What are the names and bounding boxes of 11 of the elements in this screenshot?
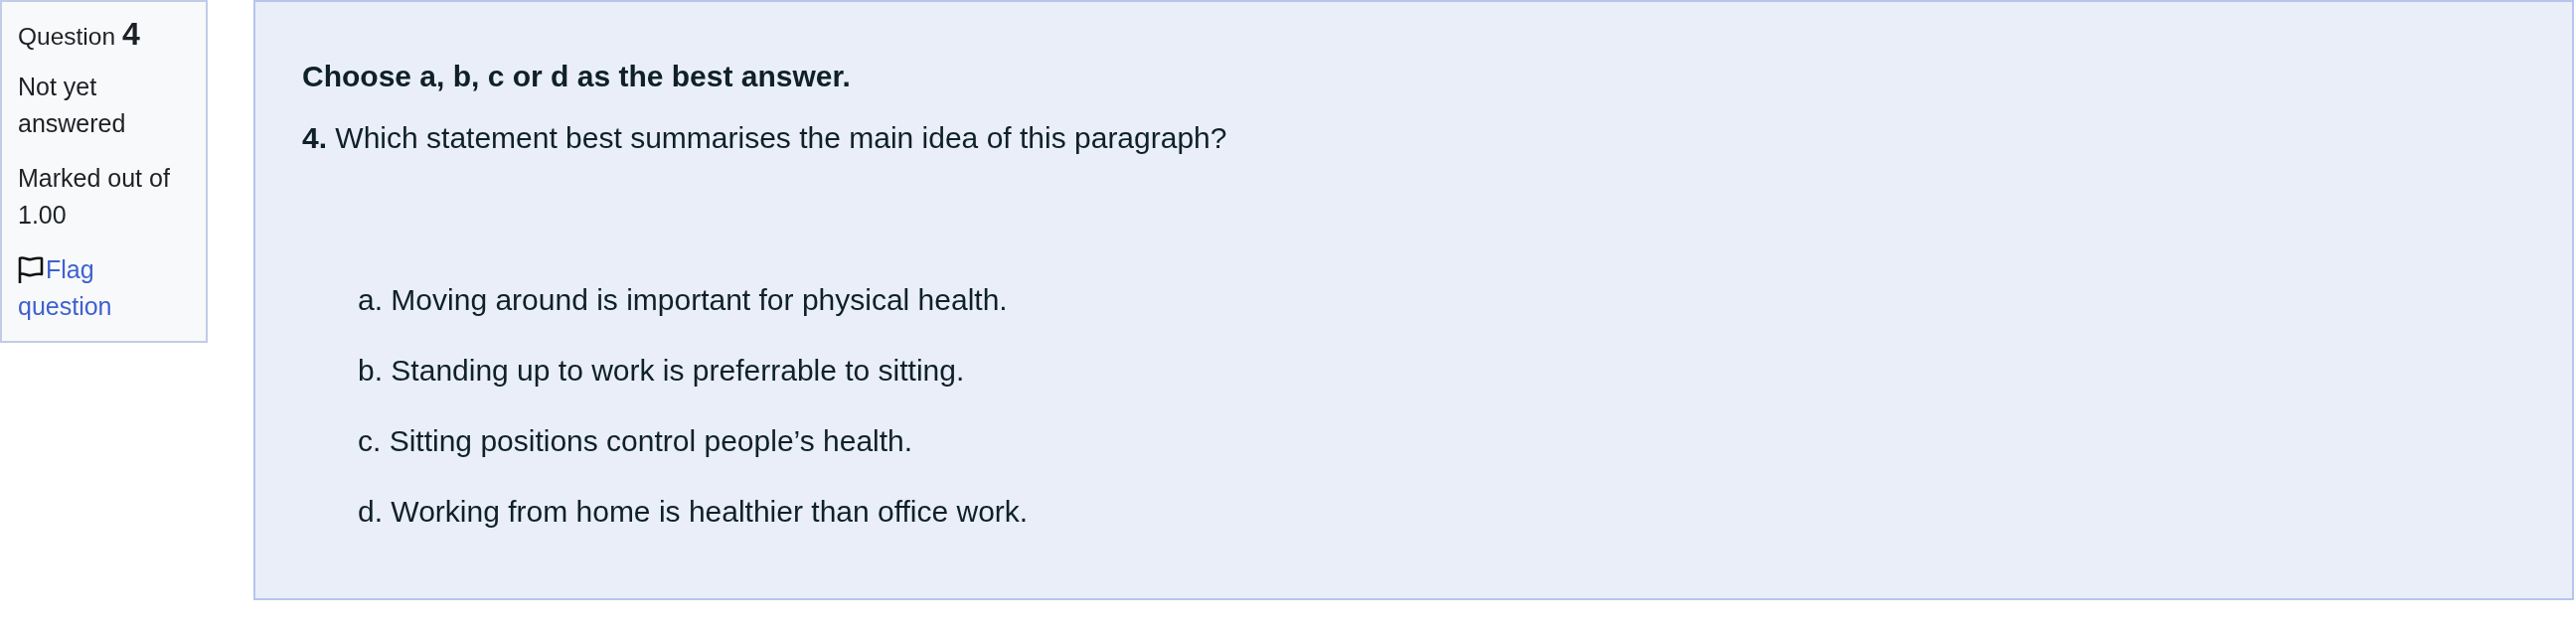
answer-option[interactable]: a. Moving around is important for physical health. <box>358 279 2524 321</box>
answer-option[interactable]: b. Standing up to work is preferrable to sitting. <box>358 350 2524 392</box>
question-number: 4 <box>122 15 140 54</box>
answer-option[interactable]: d. Working from home is healthier than office work. <box>358 491 2524 533</box>
flag-question-link[interactable]: Flag question <box>18 251 186 325</box>
answer-option[interactable]: c. Sitting positions control people’s health. <box>358 420 2524 462</box>
question-state: Not yet answered <box>18 72 127 139</box>
question-text: 4. Which statement best summarises the main idea of this paragraph? <box>302 120 1228 156</box>
question-label: Question <box>18 22 116 52</box>
question-instruction: Choose a, b, c or d as the best answer. <box>302 59 852 94</box>
question-grade: Marked out of 1.00 <box>18 163 171 231</box>
